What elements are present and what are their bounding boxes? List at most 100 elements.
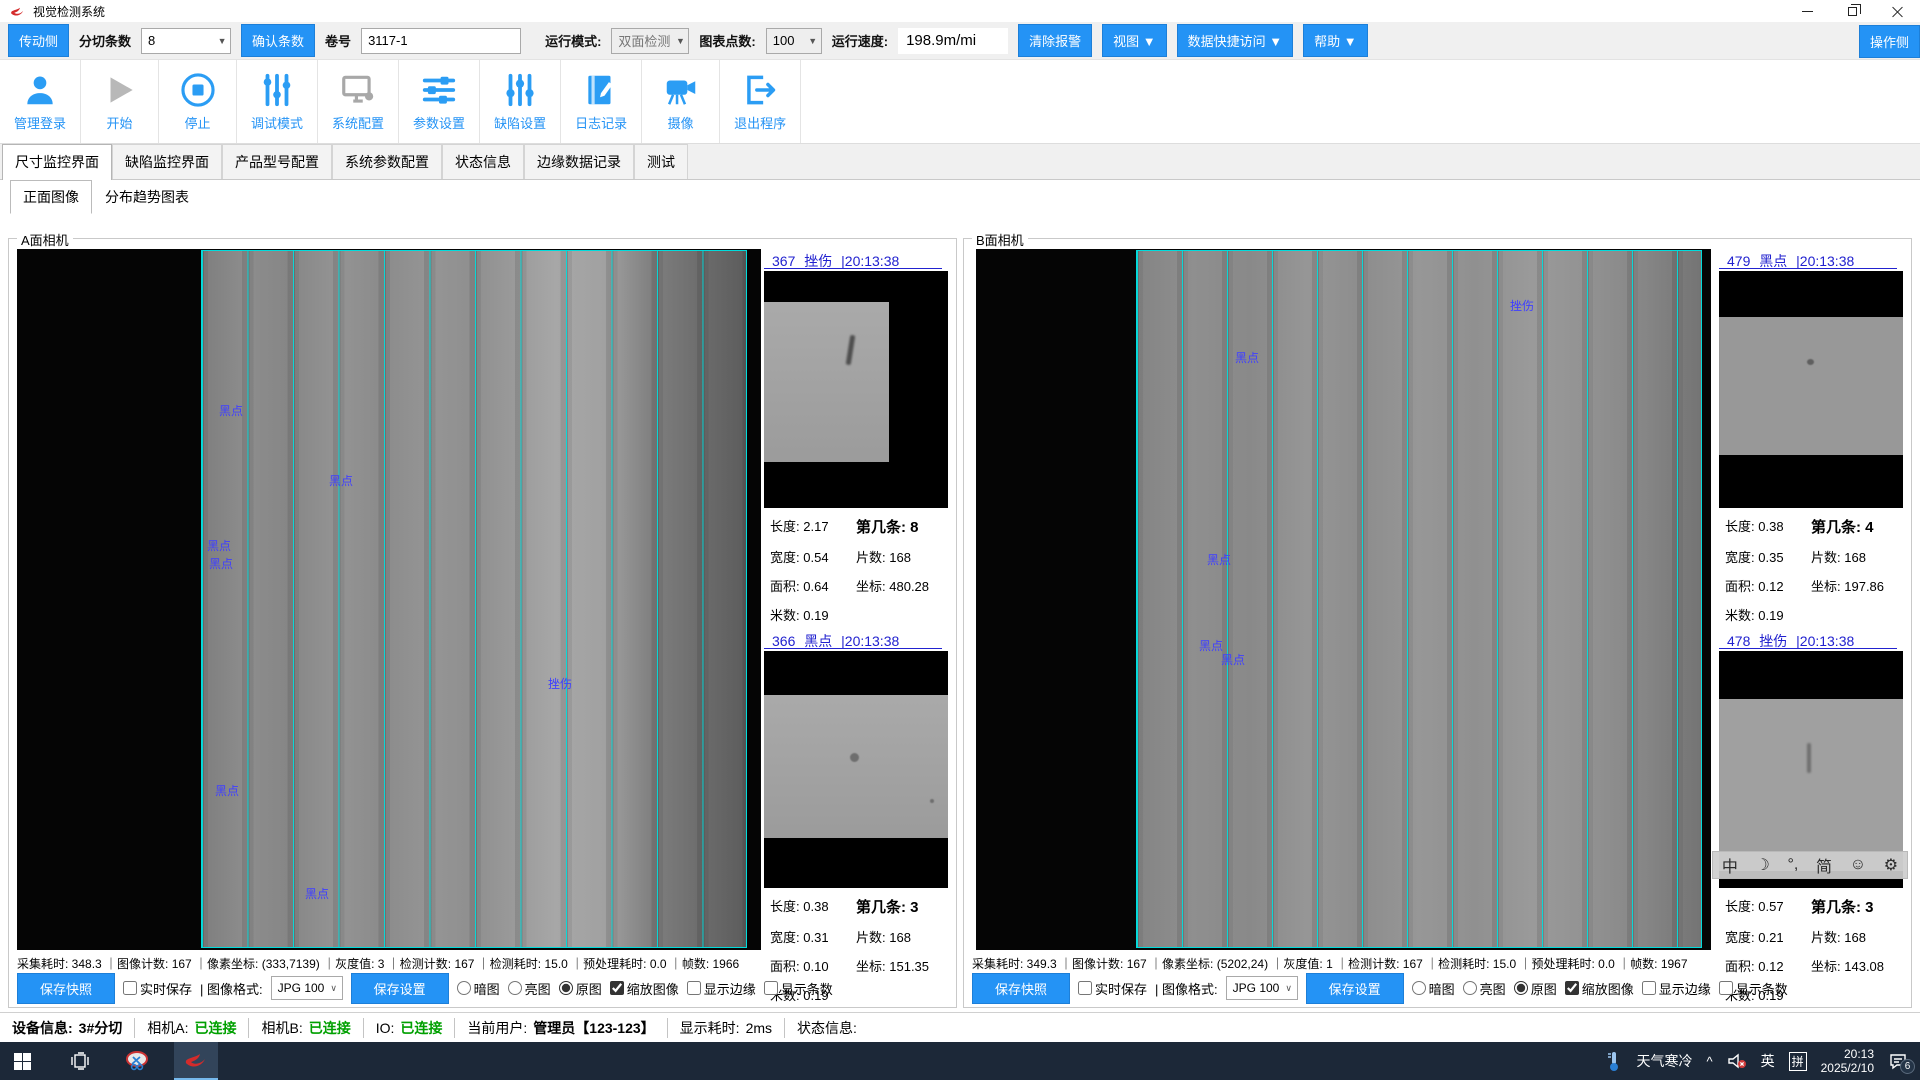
subtab-trend-chart[interactable]: 分布趋势图表 (92, 180, 202, 214)
tab-size-monitor[interactable]: 尺寸监控界面 (2, 144, 112, 180)
defect-area: 0.64 (803, 579, 828, 594)
tab-system-param-config[interactable]: 系统参数配置 (332, 144, 442, 179)
weather-status[interactable]: 天气寒冷 (1636, 1051, 1692, 1071)
defect-time: |20:13:38 (841, 633, 899, 649)
save-settings-button[interactable]: 保存设置 (351, 973, 449, 1004)
tab-product-model-config[interactable]: 产品型号配置 (222, 144, 332, 179)
chevron-down-icon: ▼ (214, 36, 230, 46)
drive-side-button[interactable]: 传动侧 (8, 24, 69, 57)
hidden-icons-caret[interactable]: ^ (1706, 1054, 1712, 1069)
image-format-label: | 图像格式: (200, 979, 263, 998)
operator-side-button[interactable]: 操作侧 (1859, 25, 1920, 58)
tab-status-info[interactable]: 状态信息 (442, 144, 524, 179)
defect-thumbnail[interactable] (1719, 271, 1903, 508)
strip-region (1136, 250, 1702, 948)
tab-test[interactable]: 测试 (634, 144, 688, 179)
defect-thumbnail[interactable] (764, 271, 948, 508)
defect-time: |20:13:38 (1796, 633, 1854, 649)
zoom-image-checkbox[interactable]: 缩放图像 (1565, 979, 1634, 998)
chart-points-select[interactable]: 100 ▼ (766, 28, 822, 54)
defect-marker: 挫伤 (1510, 297, 1534, 314)
defect-card[interactable]: 366 黑点 |20:13:38 长度: 0.38 第几条: 3 宽度: 0.3… (764, 631, 954, 1004)
defect-count: 168 (1844, 930, 1866, 945)
data-quick-access-menu-button[interactable]: 数据快捷访问 ▼ (1177, 24, 1293, 57)
taskbar-clock[interactable]: 20:13 2025/2/10 (1821, 1047, 1874, 1075)
admin-login-button[interactable]: 管理登录 (0, 60, 81, 143)
show-edge-checkbox[interactable]: 显示边缘 (1642, 979, 1711, 998)
camera-a-group: A面相机 黑点 黑点 黑点 黑点 挫伤 黑点 黑点 367 挫伤 |20:13:… (8, 238, 957, 1008)
subtab-front-image[interactable]: 正面图像 (10, 180, 92, 214)
show-strips-checkbox[interactable]: 显示条数 (764, 979, 833, 998)
minimize-button[interactable] (1785, 0, 1830, 22)
dark-image-radio[interactable]: 暗图 (1412, 979, 1455, 998)
debug-mode-button[interactable]: 调试模式 (237, 60, 318, 143)
ime-simplified-mode[interactable]: 简 (1816, 853, 1832, 877)
camera-b-image[interactable]: 挫伤 黑点 黑点 黑点 黑点 (976, 249, 1711, 950)
exit-program-button[interactable]: 退出程序 (720, 60, 801, 143)
start-button[interactable] (0, 1042, 44, 1080)
ime-settings-gear-icon[interactable]: ⚙ (1884, 855, 1898, 875)
volume-muted-button[interactable] (1727, 1052, 1747, 1070)
slice-count-select[interactable]: 8 ▼ (141, 28, 231, 54)
show-edge-checkbox[interactable]: 显示边缘 (687, 979, 756, 998)
start-button[interactable]: 开始 (81, 60, 159, 143)
tab-edge-data-record[interactable]: 边缘数据记录 (524, 144, 634, 179)
image-format-select[interactable]: JPG 100∨ (1226, 976, 1298, 1000)
camera-b-stats-line: 采集耗时: 349.3 ｜图像计数: 167 ｜像素坐标: (5202,24) … (972, 955, 1688, 972)
task-view-button[interactable] (58, 1042, 102, 1080)
defect-thumbnail[interactable] (764, 651, 948, 888)
roll-number-input[interactable] (361, 28, 521, 54)
dark-image-radio[interactable]: 暗图 (457, 979, 500, 998)
defect-card[interactable]: 367 挫伤 |20:13:38 长度: 2.17 第几条: 8 宽度: 0.5… (764, 251, 954, 624)
defect-card[interactable]: 479 黑点 |20:13:38 长度: 0.38 第几条: 4 宽度: 0.3… (1719, 251, 1909, 624)
run-mode-select[interactable]: 双面检测 ▼ (611, 28, 689, 54)
system-config-button[interactable]: 系统配置 (318, 60, 399, 143)
stop-button[interactable]: 停止 (159, 60, 237, 143)
image-format-select[interactable]: JPG 100∨ (271, 976, 343, 1000)
vision-app-taskbar-button[interactable] (174, 1042, 218, 1080)
defect-area: 0.12 (1758, 579, 1783, 594)
defect-settings-button[interactable]: 缺陷设置 (480, 60, 561, 143)
v-sliders-icon (501, 71, 539, 109)
defect-card[interactable]: 478 挫伤 |20:13:38 长度: 0.57 第几条: 3 宽度: 0.2… (1719, 631, 1909, 1004)
defect-strip: 3 (1865, 899, 1873, 916)
realtime-save-checkbox[interactable]: 实时保存 (1078, 979, 1147, 998)
camera-capture-button[interactable]: 摄像 (642, 60, 720, 143)
realtime-save-checkbox[interactable]: 实时保存 (123, 979, 192, 998)
ime-fullwidth-icon[interactable]: ☽ (1756, 855, 1770, 875)
thermometer-icon[interactable] (1606, 1050, 1622, 1072)
close-button[interactable] (1875, 0, 1920, 22)
bright-image-radio[interactable]: 亮图 (1463, 979, 1506, 998)
notification-center-button[interactable]: 6 (1888, 1052, 1908, 1070)
defect-marker: 黑点 (207, 537, 231, 554)
confirm-count-button[interactable]: 确认条数 (241, 24, 315, 57)
sliders-icon (258, 71, 296, 109)
defect-marker: 黑点 (209, 555, 233, 572)
view-menu-button[interactable]: 视图 ▼ (1102, 24, 1166, 57)
tab-defect-monitor[interactable]: 缺陷监控界面 (112, 144, 222, 179)
ime-emoji-icon[interactable]: ☺ (1850, 856, 1866, 874)
camera-a-stats-line: 采集耗时: 348.3 ｜图像计数: 167 ｜像素坐标: (333,7139)… (17, 955, 739, 972)
show-strips-checkbox[interactable]: 显示条数 (1719, 979, 1788, 998)
zoom-image-checkbox[interactable]: 缩放图像 (610, 979, 679, 998)
save-snapshot-button[interactable]: 保存快照 (972, 973, 1070, 1004)
snip-tool-button[interactable] (116, 1042, 160, 1080)
status-message-label: 状态信息: (797, 1018, 857, 1038)
camera-a-image[interactable]: 黑点 黑点 黑点 黑点 挫伤 黑点 黑点 (17, 249, 761, 950)
language-indicator[interactable]: 英 (1761, 1051, 1775, 1071)
restore-button[interactable] (1830, 0, 1875, 22)
ime-punctuation-icon[interactable]: °, (1788, 856, 1799, 874)
original-image-radio[interactable]: 原图 (559, 979, 602, 998)
clear-alarm-button[interactable]: 清除报警 (1018, 24, 1092, 57)
bright-image-radio[interactable]: 亮图 (508, 979, 551, 998)
help-menu-button[interactable]: 帮助 ▼ (1303, 24, 1367, 57)
camera-a-status: 已连接 (194, 1018, 236, 1038)
ime-chinese-mode[interactable]: 中 (1722, 853, 1738, 877)
save-snapshot-button[interactable]: 保存快照 (17, 973, 115, 1004)
original-image-radio[interactable]: 原图 (1514, 979, 1557, 998)
parameter-settings-button[interactable]: 参数设置 (399, 60, 480, 143)
ime-language-bar: 中 ☽ °, 简 ☺ ⚙ (1712, 851, 1908, 879)
log-record-button[interactable]: 日志记录 (561, 60, 642, 143)
ime-indicator[interactable]: 拼 (1789, 1052, 1807, 1071)
save-settings-button[interactable]: 保存设置 (1306, 973, 1404, 1004)
